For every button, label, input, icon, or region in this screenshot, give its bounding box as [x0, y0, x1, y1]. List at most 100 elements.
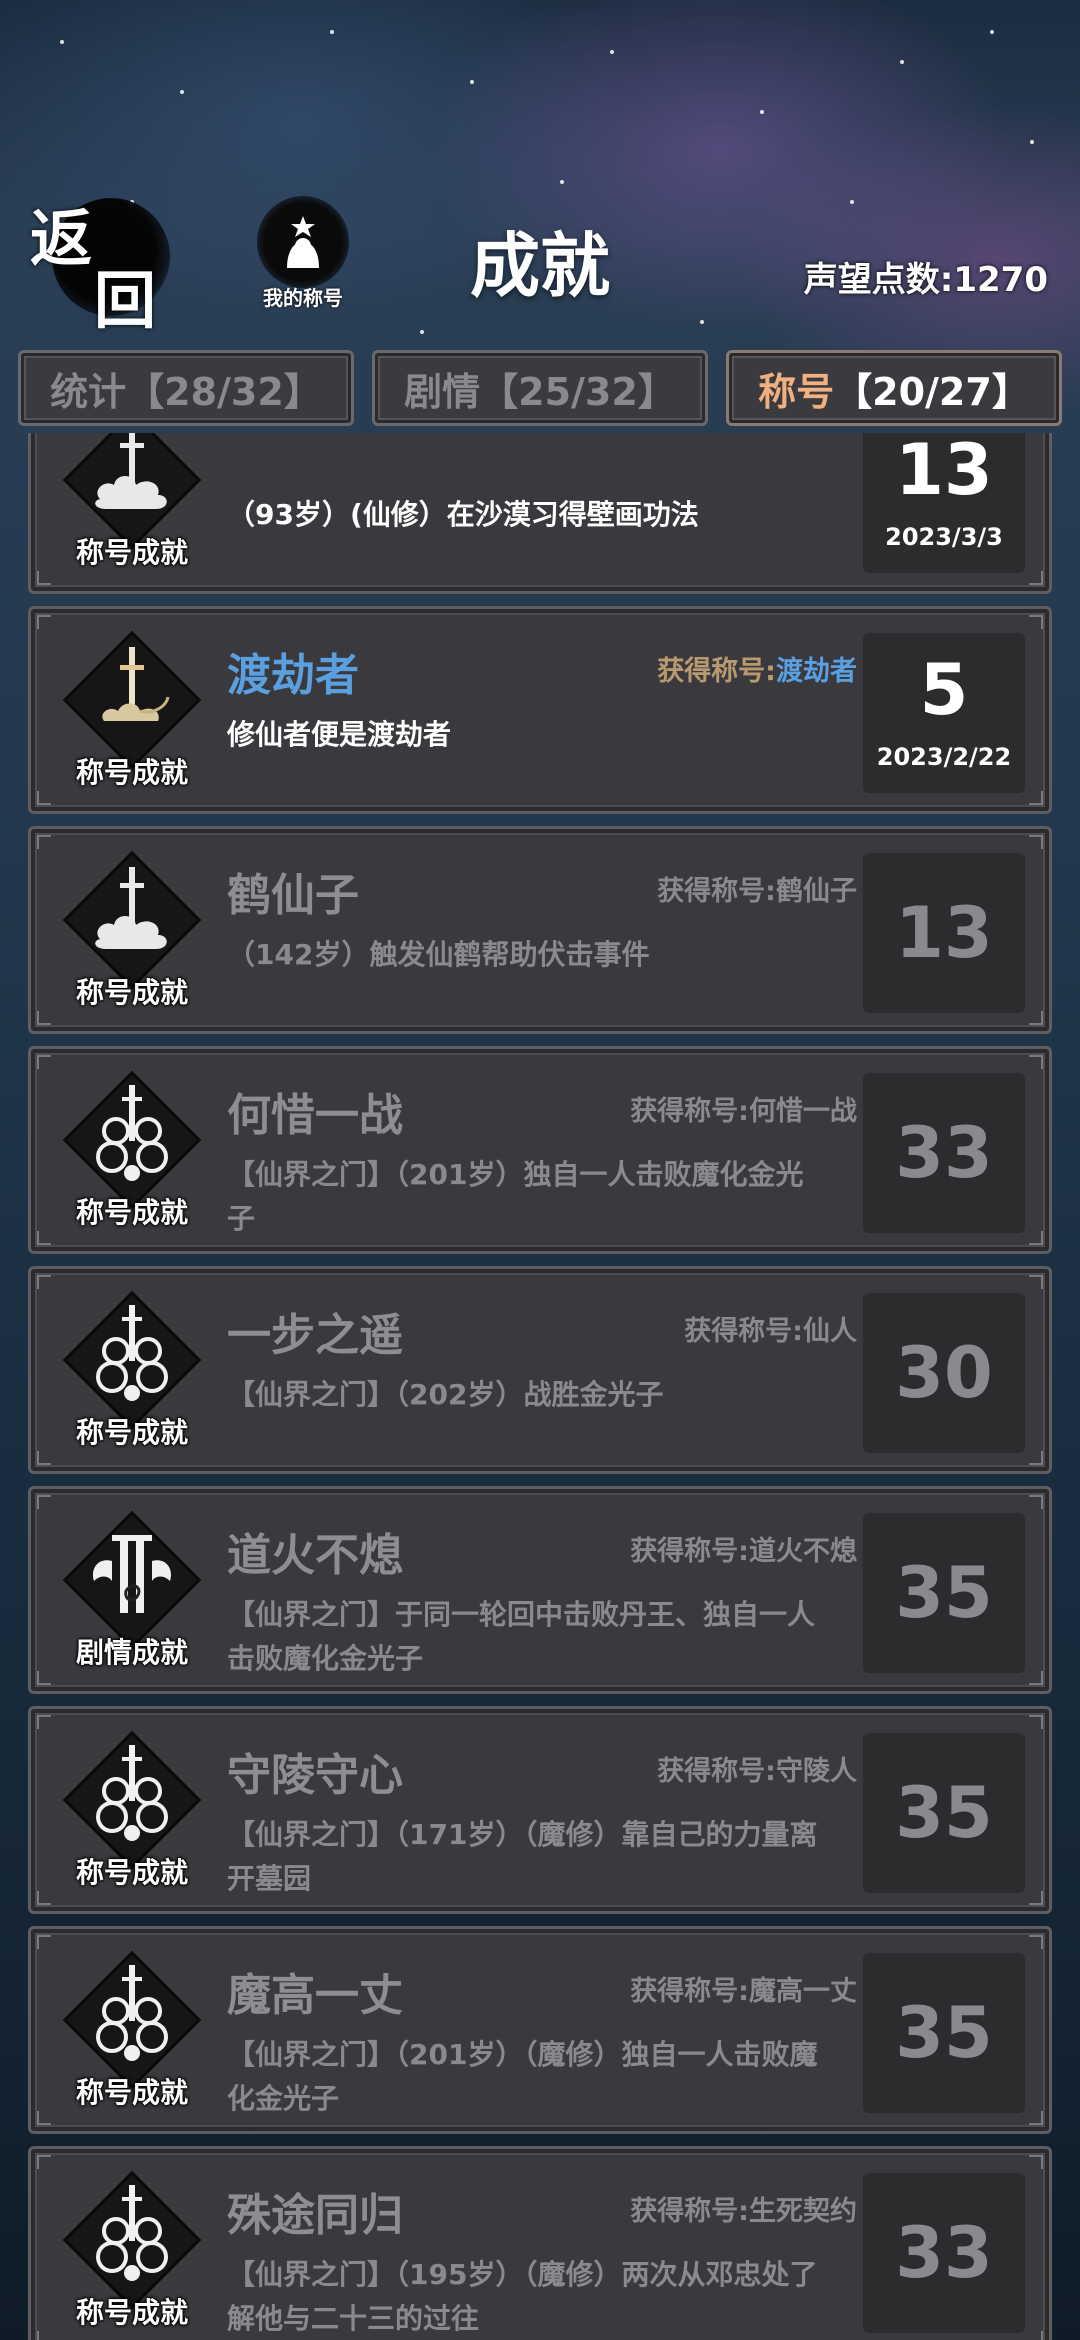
- reward-title-name: 生死契约: [749, 2196, 857, 2227]
- achievement-card[interactable]: 称号成就 渡劫者 获得称号:渡劫者 修仙者便是渡劫者 5 2023/2/22: [28, 606, 1052, 814]
- achievement-type-label: 称号成就: [75, 1416, 188, 1449]
- achievement-points-box: 13: [863, 853, 1025, 1013]
- achievement-list[interactable]: 称号成就 （93岁）(仙修）在沙漠习得壁画功法 13 2023/3/3 称号成就…: [0, 433, 1080, 2340]
- winged-pillar-icon: 剧情成就: [57, 1510, 207, 1673]
- achievement-name: 殊途同归: [227, 2190, 403, 2241]
- reward-prefix: 获得称号:: [684, 1316, 803, 1347]
- achievement-type-label: 称号成就: [75, 2076, 188, 2109]
- reward-prefix: 获得称号:: [630, 1536, 749, 1567]
- achievement-type-label: 称号成就: [75, 756, 188, 789]
- achievement-card[interactable]: 称号成就 守陵守心 获得称号:守陵人 【仙界之门】（171岁）（魔修）靠自己的力…: [28, 1706, 1052, 1914]
- tab-story[interactable]: 剧情 【25/32】: [372, 350, 708, 426]
- reward-prefix: 获得称号:: [657, 656, 776, 687]
- achievement-reward: 获得称号:守陵人: [657, 1749, 857, 1788]
- achievement-reward: 获得称号:鹤仙子: [657, 869, 857, 908]
- achievement-points-box: 35: [863, 1953, 1025, 2113]
- tab-count: 【25/32】: [480, 369, 676, 414]
- achievement-description: 【仙界之门】（202岁）战胜金光子: [227, 1378, 664, 1411]
- person-star-icon: [257, 196, 349, 288]
- achievement-points: 13: [895, 433, 993, 511]
- reward-prefix: 获得称号:: [657, 876, 776, 907]
- tab-bar: 统计 【28/32】 剧情 【25/32】 称号 【20/27】: [18, 350, 1062, 426]
- achievement-description: 【仙界之门】（171岁）（魔修）靠自己的力量离开墓园: [227, 1818, 818, 1895]
- achievement-points: 30: [895, 1332, 993, 1414]
- reward-title-name: 鹤仙子: [776, 876, 857, 907]
- achievement-points-box: 35: [863, 1513, 1025, 1673]
- achievement-description: （93岁）(仙修）在沙漠习得壁画功法: [227, 498, 699, 531]
- achievement-description: 【仙界之门】（195岁）（魔修）两次从邓忠处了解他与二十三的过往: [227, 2258, 818, 2335]
- swirl-sword-icon: 称号成就: [57, 1070, 207, 1233]
- achievement-card[interactable]: 称号成就 一步之遥 获得称号:仙人 【仙界之门】（202岁）战胜金光子 30: [28, 1266, 1052, 1474]
- reputation-points: 声望点数:1270: [803, 260, 1048, 300]
- swirl-sword-icon: 称号成就: [57, 1950, 207, 2113]
- tab-label: 剧情: [404, 369, 481, 414]
- reward-title-name: 仙人: [803, 1316, 857, 1347]
- reward-title-name: 道火不熄: [749, 1536, 857, 1567]
- achievement-reward: 获得称号:魔高一丈: [630, 1969, 857, 2008]
- achievement-card[interactable]: 称号成就 （93岁）(仙修）在沙漠习得壁画功法 13 2023/3/3: [28, 433, 1052, 594]
- achievement-points: 35: [895, 1992, 993, 2074]
- tab-count: 【28/32】: [126, 369, 322, 414]
- page-title: 成就: [470, 224, 610, 307]
- tab-titles[interactable]: 称号 【20/27】: [726, 350, 1062, 426]
- achievement-date: 2023/3/3: [885, 523, 1003, 551]
- achievement-description: 【仙界之门】（201岁）（魔修）独自一人击败魔化金光子: [227, 2038, 818, 2115]
- achievement-description: （142岁）触发仙鹤帮助伏击事件: [227, 938, 650, 971]
- back-label-top: 返: [30, 202, 93, 275]
- cloud-sword-icon: 称号成就: [57, 850, 207, 1013]
- back-button[interactable]: 返 回: [24, 188, 174, 337]
- achievement-card[interactable]: 称号成就 何惜一战 获得称号:何惜一战 【仙界之门】（201岁）独自一人击败魔化…: [28, 1046, 1052, 1254]
- reward-title-name: 渡劫者: [776, 656, 857, 687]
- achievement-points-box: 33: [863, 1073, 1025, 1233]
- tab-label: 称号: [758, 369, 835, 414]
- reward-prefix: 获得称号:: [630, 1976, 749, 2007]
- achievement-card[interactable]: 剧情成就 道火不熄 获得称号:道火不熄 【仙界之门】于同一轮回中击败丹王、独自一…: [28, 1486, 1052, 1694]
- achievement-points-box: 13 2023/3/3: [863, 433, 1025, 573]
- achievement-points-box: 33: [863, 2173, 1025, 2333]
- achievement-card[interactable]: 称号成就 殊途同归 获得称号:生死契约 【仙界之门】（195岁）（魔修）两次从邓…: [28, 2146, 1052, 2340]
- tab-statistics[interactable]: 统计 【28/32】: [18, 350, 354, 426]
- swirl-sword-icon: 称号成就: [57, 1730, 207, 1893]
- achievement-points: 13: [895, 892, 993, 974]
- achievement-description: 【仙界之门】（201岁）独自一人击败魔化金光子: [227, 1158, 804, 1235]
- achievements-screen: 返 回 我的称号 成就 声望点数:1270 统计 【28/32】 剧情 【25/32…: [0, 0, 1080, 2340]
- tab-label: 统计: [50, 369, 127, 414]
- achievement-points: 33: [895, 2212, 993, 2294]
- achievement-card[interactable]: 称号成就 魔高一丈 获得称号:魔高一丈 【仙界之门】（201岁）（魔修）独自一人…: [28, 1926, 1052, 2134]
- achievement-name: 一步之遥: [227, 1310, 403, 1361]
- achievement-reward: 获得称号:仙人: [684, 1309, 857, 1348]
- achievement-name: 鹤仙子: [227, 870, 359, 921]
- achievement-points: 33: [895, 1112, 993, 1194]
- achievement-name: 何惜一战: [227, 1090, 403, 1141]
- achievement-type-label: 称号成就: [75, 976, 188, 1009]
- achievement-description: 修仙者便是渡劫者: [227, 718, 452, 751]
- cloud-sword-icon: 称号成就: [57, 433, 207, 573]
- achievement-points: 35: [895, 1552, 993, 1634]
- swirl-sword-icon: 称号成就: [57, 1290, 207, 1453]
- reward-prefix: 获得称号:: [630, 1096, 749, 1127]
- achievement-type-label: 称号成就: [75, 1856, 188, 1889]
- reward-title-name: 守陵人: [776, 1756, 857, 1787]
- reward-title-name: 魔高一丈: [749, 1976, 857, 2007]
- achievement-reward: 获得称号:何惜一战: [630, 1089, 857, 1128]
- achievement-name: 魔高一丈: [227, 1970, 403, 2021]
- achievement-name: 道火不熄: [227, 1530, 403, 1581]
- achievement-reward: 获得称号:生死契约: [630, 2189, 857, 2228]
- achievement-reward: 获得称号:道火不熄: [630, 1529, 857, 1568]
- achievement-type-label: 称号成就: [75, 1196, 188, 1229]
- achievement-date: 2023/2/22: [876, 743, 1012, 771]
- achievement-points-box: 35: [863, 1733, 1025, 1893]
- my-title-button[interactable]: 我的称号: [248, 196, 358, 316]
- achievement-type-label: 称号成就: [75, 536, 188, 569]
- golden-sword-icon: 称号成就: [57, 630, 207, 793]
- achievement-name: 渡劫者: [227, 650, 359, 701]
- achievement-description: 【仙界之门】于同一轮回中击败丹王、独自一人击败魔化金光子: [227, 1598, 816, 1675]
- achievement-points-box: 5 2023/2/22: [863, 633, 1025, 793]
- reward-prefix: 获得称号:: [657, 1756, 776, 1787]
- tab-count: 【20/27】: [834, 369, 1030, 414]
- achievement-reward: 获得称号:渡劫者: [657, 649, 857, 688]
- achievement-card[interactable]: 称号成就 鹤仙子 获得称号:鹤仙子 （142岁）触发仙鹤帮助伏击事件 13: [28, 826, 1052, 1034]
- achievement-type-label: 称号成就: [75, 2296, 188, 2329]
- achievement-points: 5: [919, 649, 969, 731]
- reward-title-name: 何惜一战: [749, 1096, 857, 1127]
